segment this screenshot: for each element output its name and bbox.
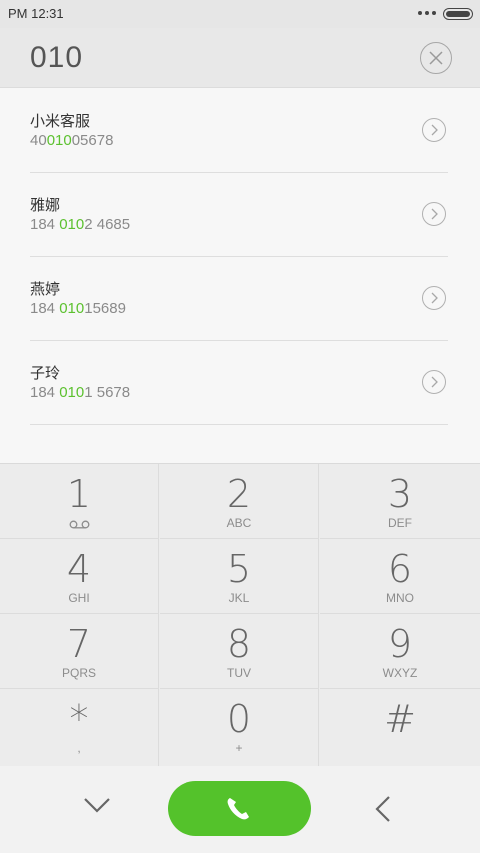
contact-number: 184 01015689 <box>30 300 126 317</box>
chevron-down-icon[interactable] <box>82 796 112 814</box>
key-1[interactable]: 1 <box>0 464 159 539</box>
contact-results-list: 小米客服 4001005678 雅娜 184 0102 4685 燕婷 184 … <box>0 88 480 463</box>
dialed-number[interactable]: 010 <box>30 41 83 75</box>
status-bar: PM 12:31 <box>0 0 480 28</box>
contact-row[interactable]: 雅娜 184 0102 4685 <box>30 172 448 257</box>
contact-detail-button[interactable] <box>422 286 446 310</box>
key-digit: 2 <box>226 472 252 516</box>
key-letters: GHI <box>68 591 90 605</box>
key-star[interactable]: * , <box>0 689 159 766</box>
key-0[interactable]: 0 + <box>160 689 319 766</box>
phone-icon <box>227 798 249 820</box>
key-letters: PQRS <box>61 666 96 680</box>
chevron-right-icon <box>431 208 438 220</box>
contact-number: 4001005678 <box>30 132 114 149</box>
contact-name: 小米客服 <box>30 112 91 130</box>
key-digit: 0 <box>226 697 252 741</box>
key-letters: TUV <box>227 666 251 680</box>
contact-number: 184 0102 4685 <box>30 216 131 233</box>
contact-row[interactable]: 小米客服 4001005678 <box>30 88 448 173</box>
key-letters: WXYZ <box>382 666 418 680</box>
key-3[interactable]: 3 DEF <box>320 464 480 539</box>
key-digit: # <box>384 697 416 741</box>
bottom-action-bar <box>0 766 480 853</box>
chevron-right-icon <box>431 292 438 304</box>
contact-name: 燕婷 <box>30 280 61 298</box>
contact-detail-button[interactable] <box>422 118 446 142</box>
key-4[interactable]: 4 GHI <box>0 539 159 614</box>
dial-entry-bar: 010 <box>0 28 480 88</box>
key-letters: DEF <box>388 516 412 530</box>
dial-pad: 1 2 ABC 3 DEF 4 GHI 5 JKL 6 MNO 7 PQRS 8… <box>0 463 480 766</box>
chevron-right-icon <box>431 376 438 388</box>
backspace-chevron-icon[interactable] <box>374 794 392 824</box>
call-button[interactable] <box>168 781 311 836</box>
close-icon <box>429 51 443 65</box>
key-letters: , <box>77 741 81 755</box>
key-6[interactable]: 6 MNO <box>320 539 480 614</box>
key-letters: JKL <box>228 591 250 605</box>
key-2[interactable]: 2 ABC <box>160 464 319 539</box>
more-dots-icon <box>418 11 436 15</box>
key-letters: MNO <box>386 591 414 605</box>
contact-row[interactable]: 子玲 184 0101 5678 <box>30 340 448 425</box>
clear-button[interactable] <box>420 42 452 74</box>
key-5[interactable]: 5 JKL <box>160 539 319 614</box>
key-digit: 8 <box>226 622 252 666</box>
key-letters: ABC <box>226 516 252 530</box>
key-7[interactable]: 7 PQRS <box>0 614 159 689</box>
key-digit: 9 <box>387 622 413 666</box>
contact-detail-button[interactable] <box>422 370 446 394</box>
key-8[interactable]: 8 TUV <box>160 614 319 689</box>
status-time: PM 12:31 <box>8 6 64 21</box>
contact-number: 184 0101 5678 <box>30 384 131 401</box>
key-digit: 4 <box>66 547 92 591</box>
contact-detail-button[interactable] <box>422 202 446 226</box>
key-digit: 1 <box>66 472 92 516</box>
battery-icon <box>443 8 473 20</box>
key-digit: * <box>69 697 89 741</box>
key-letters: + <box>235 741 243 755</box>
key-digit: 7 <box>66 622 92 666</box>
contact-name: 雅娜 <box>30 196 61 214</box>
contact-row[interactable]: 燕婷 184 01015689 <box>30 256 448 341</box>
key-hash[interactable]: # <box>320 689 480 766</box>
key-digit: 5 <box>226 547 252 591</box>
chevron-right-icon <box>431 124 438 136</box>
voicemail-icon <box>69 520 90 529</box>
key-9[interactable]: 9 WXYZ <box>320 614 480 689</box>
contact-name: 子玲 <box>30 364 61 382</box>
key-digit: 3 <box>387 472 413 516</box>
key-digit: 6 <box>387 547 413 591</box>
